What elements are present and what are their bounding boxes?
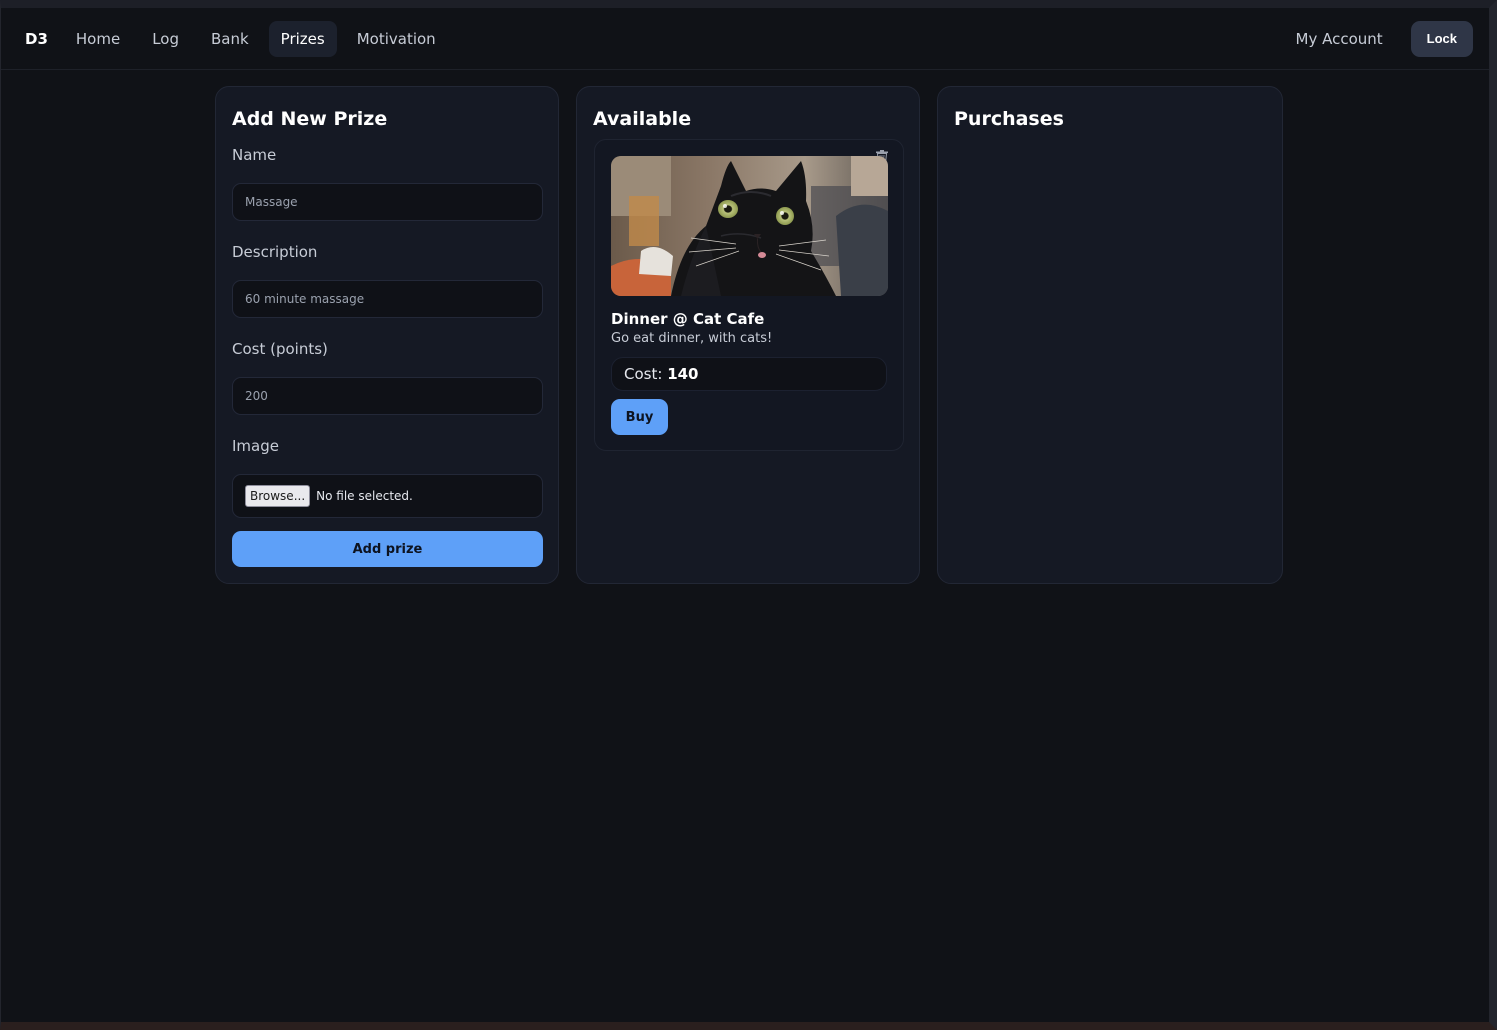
- prize-cost: Cost: 140: [611, 357, 887, 391]
- image-label: Image: [232, 437, 279, 455]
- prize-name: Dinner @ Cat Cafe: [611, 310, 765, 328]
- top-nav: D3 Home Log Bank Prizes Motivation My Ac…: [1, 8, 1489, 70]
- file-status-text: No file selected.: [316, 489, 413, 503]
- purchases-panel: Purchases: [937, 86, 1283, 584]
- cost-value: 140: [667, 365, 699, 383]
- prize-description-input[interactable]: [232, 280, 543, 318]
- prize-description: Go eat dinner, with cats!: [611, 331, 773, 346]
- prize-card: Dinner @ Cat Cafe Go eat dinner, with ca…: [594, 139, 904, 451]
- nav-item-home[interactable]: Home: [64, 21, 132, 57]
- nav-item-prizes[interactable]: Prizes: [268, 20, 337, 57]
- brand-logo[interactable]: D3: [13, 30, 60, 48]
- prize-name-input[interactable]: [232, 183, 543, 221]
- add-prize-panel: Add New Prize Name Description Cost (poi…: [215, 86, 559, 584]
- available-panel: Available Dinner @ Cat Cafe Go eat dinne…: [576, 86, 920, 584]
- name-label: Name: [232, 146, 277, 164]
- nav-item-motivation[interactable]: Motivation: [345, 21, 448, 57]
- nav-item-log[interactable]: Log: [140, 21, 191, 57]
- my-account-link[interactable]: My Account: [1282, 22, 1397, 56]
- purchases-title: Purchases: [954, 108, 1064, 130]
- black-cat-photo: [611, 156, 888, 296]
- browse-button[interactable]: Browse...: [245, 485, 311, 507]
- available-title: Available: [593, 108, 692, 130]
- image-file-picker[interactable]: Browse... No file selected.: [232, 474, 543, 518]
- app-root: D3 Home Log Bank Prizes Motivation My Ac…: [1, 8, 1489, 1022]
- add-prize-button[interactable]: Add prize: [232, 531, 543, 567]
- cost-label: Cost:: [624, 365, 663, 383]
- cost-label: Cost (points): [232, 340, 328, 358]
- nav-right-group: My Account Lock: [1282, 21, 1473, 57]
- buy-button[interactable]: Buy: [611, 399, 668, 435]
- prize-cost-input[interactable]: [232, 377, 543, 415]
- lock-button[interactable]: Lock: [1410, 21, 1473, 57]
- add-prize-title: Add New Prize: [232, 108, 388, 130]
- description-label: Description: [232, 243, 318, 261]
- nav-item-bank[interactable]: Bank: [199, 21, 261, 57]
